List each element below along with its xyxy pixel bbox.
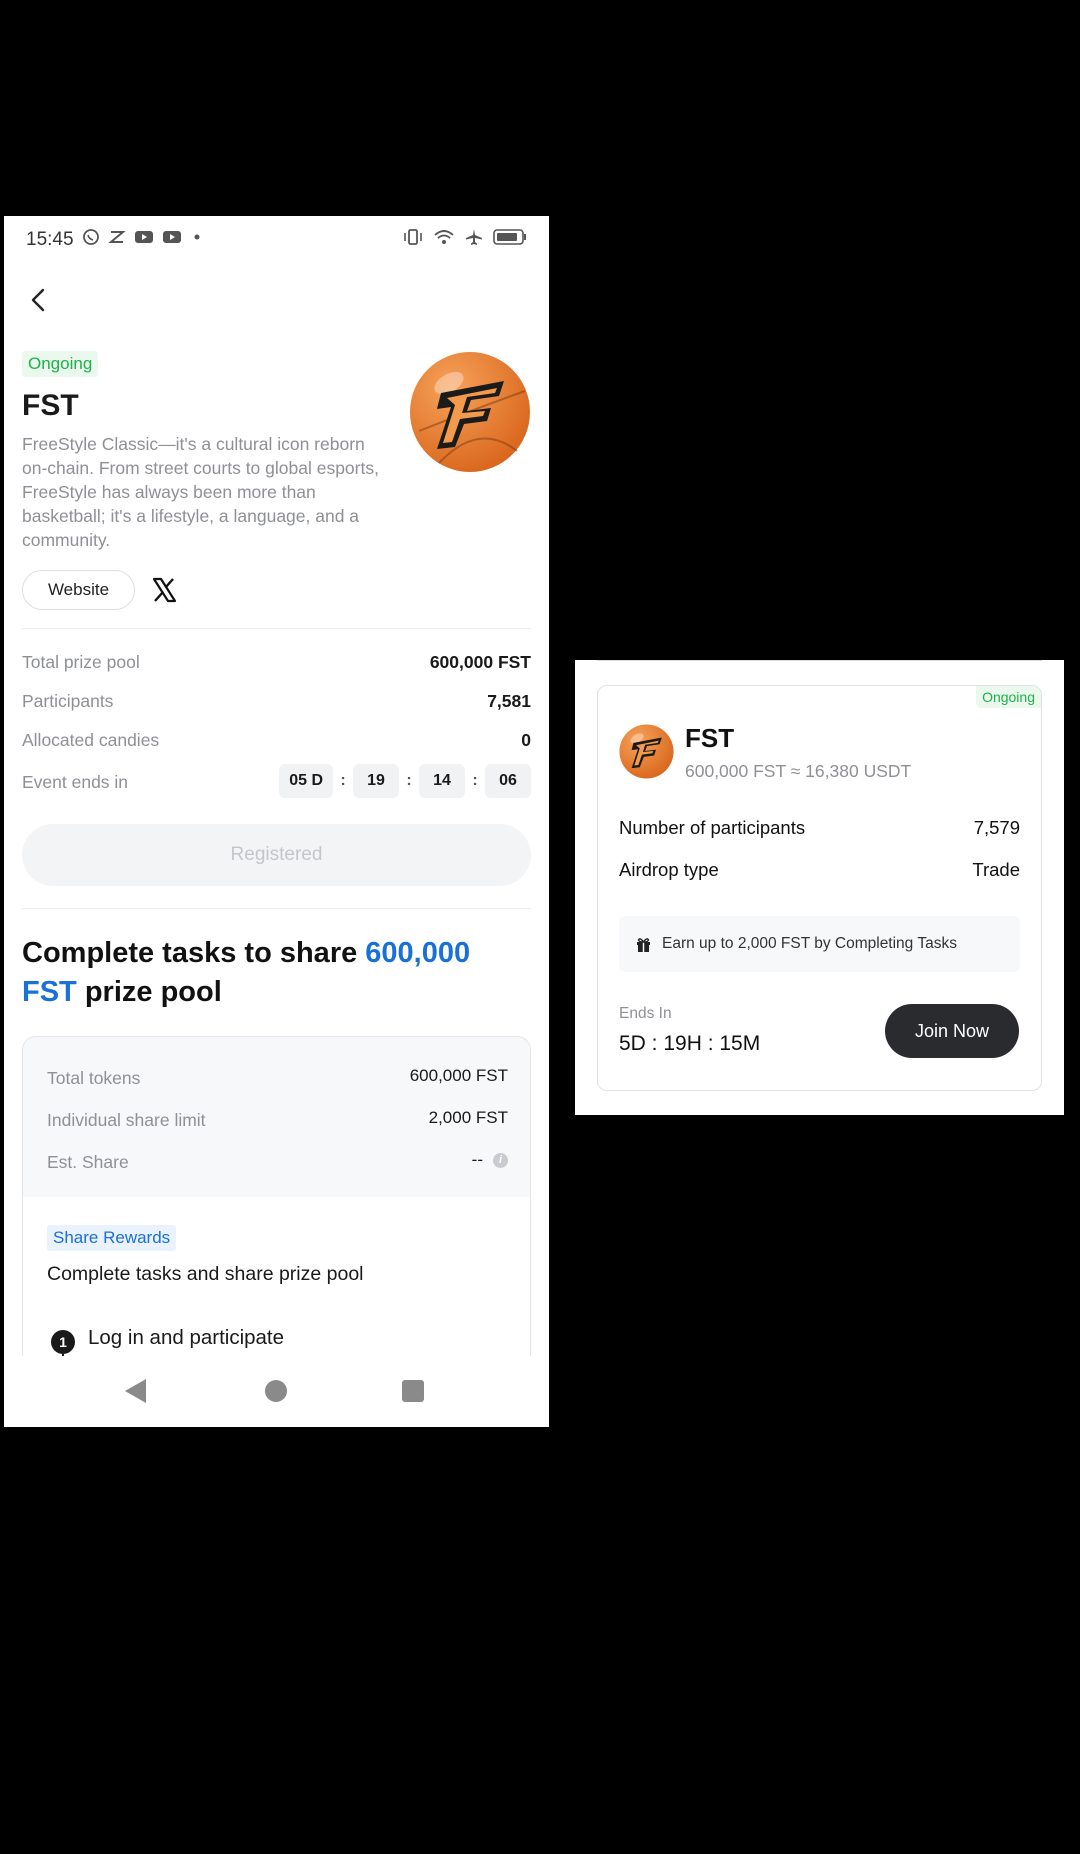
airdrop-type-label: Airdrop type bbox=[619, 859, 719, 880]
chevron-left-icon bbox=[31, 288, 45, 312]
ends-in-label: Ends In bbox=[619, 1005, 672, 1022]
status-bar: 15:45 bbox=[4, 216, 549, 262]
total-tokens-value: 600,000 FST bbox=[409, 1066, 508, 1085]
event-ends-label: Event ends in bbox=[22, 772, 129, 792]
step-number: 1 bbox=[51, 1330, 75, 1354]
info-icon[interactable]: i bbox=[493, 1153, 508, 1168]
nav-home-icon[interactable] bbox=[265, 1380, 287, 1402]
step-title: Log in and participate bbox=[88, 1326, 285, 1349]
timer-minutes: 14 bbox=[419, 764, 465, 798]
card-participants-value: 7,579 bbox=[973, 817, 1020, 838]
notification-icons bbox=[82, 228, 204, 246]
join-now-button[interactable]: Join Now bbox=[885, 1004, 1019, 1058]
back-button[interactable] bbox=[20, 282, 56, 318]
timer-days: 05 D bbox=[279, 764, 333, 798]
youtube-icon bbox=[135, 231, 153, 243]
system-icons bbox=[403, 228, 527, 246]
divider bbox=[597, 660, 1042, 661]
airplane-icon bbox=[466, 229, 482, 245]
share-limit-label: Individual share limit bbox=[47, 1110, 206, 1130]
card-participants-label: Number of participants bbox=[619, 817, 806, 838]
promo-banner: Earn up to 2,000 FST by Completing Tasks bbox=[619, 916, 1020, 972]
timer-hours: 19 bbox=[353, 764, 399, 798]
timer-separator: : bbox=[340, 772, 346, 789]
vibrate-icon bbox=[404, 229, 422, 245]
registered-button[interactable]: Registered bbox=[22, 824, 531, 886]
promo-text: Earn up to 2,000 FST by Completing Tasks bbox=[662, 935, 957, 952]
timer-separator: : bbox=[472, 772, 478, 789]
capcut-icon bbox=[108, 231, 126, 243]
participants-value: 7,581 bbox=[487, 691, 531, 711]
card-subtitle: 600,000 FST ≈ 16,380 USDT bbox=[685, 761, 912, 781]
heading-text: prize pool bbox=[76, 976, 222, 1008]
nav-recents-icon[interactable] bbox=[402, 1380, 424, 1402]
card-title: FST bbox=[685, 723, 735, 753]
youtube-icon bbox=[163, 231, 181, 243]
battery-icon bbox=[493, 229, 526, 245]
fst-logo bbox=[410, 352, 530, 472]
participants-label: Participants bbox=[22, 691, 114, 711]
phone-screen: 15:45 Ongoing FST FreeStyle Classic—it's… bbox=[4, 216, 549, 1427]
share-rewards-subtitle: Complete tasks and share prize pool bbox=[47, 1263, 364, 1285]
project-description: FreeStyle Classic—it's a cultural icon r… bbox=[22, 434, 379, 550]
ends-in-value: 5D : 19H : 15M bbox=[619, 1032, 761, 1055]
navigation-bar bbox=[4, 1356, 549, 1427]
x-icon[interactable] bbox=[149, 575, 179, 605]
gift-icon bbox=[637, 937, 650, 952]
est-share-value-wrap: -- i bbox=[472, 1150, 508, 1170]
total-tokens-label: Total tokens bbox=[47, 1068, 141, 1088]
total-prize-pool-label: Total prize pool bbox=[22, 652, 140, 672]
website-button[interactable]: Website bbox=[22, 570, 135, 610]
airdrop-type-value: Trade bbox=[972, 859, 1020, 880]
share-rewards-badge: Share Rewards bbox=[47, 1225, 177, 1251]
airdrop-card-panel: Ongoing FST 600,000 FST ≈ 16,380 USDT Nu… bbox=[575, 660, 1064, 1115]
whatsapp-icon bbox=[83, 229, 99, 245]
tasks-heading: Complete tasks to share 600,000 FST priz… bbox=[22, 934, 522, 1012]
pool-summary: Total tokens 600,000 FST Individual shar… bbox=[23, 1037, 530, 1197]
total-prize-pool-value: 600,000 FST bbox=[429, 652, 531, 672]
share-limit-value: 2,000 FST bbox=[428, 1108, 508, 1127]
heading-text: Complete tasks to share bbox=[22, 937, 366, 969]
status-badge: Ongoing bbox=[22, 351, 99, 377]
est-share-label: Est. Share bbox=[47, 1152, 129, 1172]
timer-seconds: 06 bbox=[485, 764, 531, 798]
airdrop-card[interactable]: Ongoing FST 600,000 FST ≈ 16,380 USDT Nu… bbox=[597, 685, 1042, 1091]
nav-back-icon[interactable] bbox=[125, 1379, 146, 1403]
wifi-icon bbox=[434, 230, 454, 244]
countdown-timer: 05 D : 19 : 14 : 06 bbox=[279, 764, 531, 798]
allocated-candies-label: Allocated candies bbox=[22, 730, 160, 750]
dot-icon bbox=[194, 234, 200, 240]
timer-separator: : bbox=[406, 772, 412, 789]
divider bbox=[22, 908, 531, 909]
card-status-badge: Ongoing bbox=[976, 686, 1041, 708]
status-time: 15:45 bbox=[26, 229, 74, 250]
divider bbox=[22, 628, 531, 629]
allocated-candies-value: 0 bbox=[521, 730, 531, 750]
fst-logo bbox=[619, 724, 674, 779]
project-title: FST bbox=[22, 389, 79, 422]
est-share-value: -- bbox=[471, 1150, 483, 1169]
